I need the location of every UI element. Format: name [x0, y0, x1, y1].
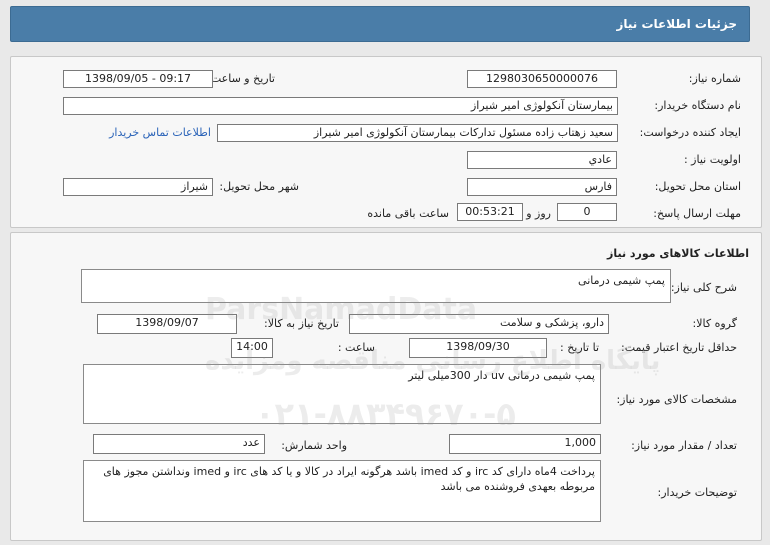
- buyer-label: نام دستگاه خریدار:: [654, 99, 741, 112]
- buyer-contact-link[interactable]: اطلاعات تماس خریدار: [109, 126, 211, 139]
- need-number-field[interactable]: 1298030650000076: [467, 70, 617, 88]
- unit-label: واحد شمارش:: [281, 439, 347, 452]
- goods-info-panel: اطلاعات کالاهای مورد نیاز شرح کلی نیاز: …: [10, 232, 762, 541]
- notes-field[interactable]: پرداخت 4ماه دارای کد irc و کد imed باشد …: [83, 460, 601, 522]
- desc-field[interactable]: پمپ شیمی درمانی: [81, 269, 671, 303]
- validity-hour-field[interactable]: 14:00: [231, 338, 273, 358]
- days-word: روز و: [526, 207, 551, 220]
- unit-field[interactable]: عدد: [93, 434, 265, 454]
- city-label: شهر محل تحویل:: [219, 180, 299, 193]
- buyer-field[interactable]: بیمارستان آنکولوژی امیر شیراز: [63, 97, 618, 115]
- spec-field[interactable]: پمپ شیمی درمانی uv دار 300میلی لیتر: [83, 364, 601, 424]
- until-date-label: تا تاریخ :: [560, 341, 599, 354]
- qty-label: تعداد / مقدار مورد نیاز:: [631, 439, 737, 452]
- group-label: گروه کالا:: [692, 317, 737, 330]
- notes-label: توضیحات خریدار:: [657, 486, 738, 499]
- need-date-label: تاریخ نیاز به کالا:: [264, 317, 339, 330]
- creator-label: ایجاد کننده درخواست:: [639, 126, 741, 139]
- time-left-suffix: ساعت باقی مانده: [367, 207, 449, 220]
- desc-label: شرح کلی نیاز:: [670, 281, 737, 294]
- creator-field[interactable]: سعید زهتاب زاده مسئول تداركات بيمارستان …: [217, 124, 618, 142]
- announce-datetime-field[interactable]: 1398/09/05 - 09:17: [63, 70, 213, 88]
- validity-label: حداقل تاریخ اعتبار قیمت:: [621, 341, 737, 354]
- validity-date-field[interactable]: 1398/09/30: [409, 338, 547, 358]
- days-field[interactable]: 0: [557, 203, 617, 221]
- group-field[interactable]: دارو، پزشکی و سلامت: [349, 314, 609, 334]
- page-title: جزئیات اطلاعات نیاز: [10, 6, 750, 42]
- hour-label: ساعت :: [337, 341, 375, 354]
- province-field[interactable]: فارس: [467, 178, 617, 196]
- city-field[interactable]: شیراز: [63, 178, 213, 196]
- need-info-panel: شماره نیاز: 1298030650000076 تاریخ و ساع…: [10, 56, 762, 228]
- time-left-field[interactable]: 00:53:21: [457, 203, 523, 221]
- goods-section-title: اطلاعات کالاهای مورد نیاز: [607, 247, 749, 260]
- province-label: استان محل تحویل:: [654, 180, 741, 193]
- priority-field[interactable]: عادي: [467, 151, 617, 169]
- need-number-label: شماره نیاز:: [688, 72, 741, 85]
- spec-label: مشخصات کالای مورد نیاز:: [616, 393, 737, 406]
- priority-label: اولویت نیاز :: [683, 153, 741, 166]
- qty-field[interactable]: 1,000: [449, 434, 601, 454]
- need-date-field[interactable]: 1398/09/07: [97, 314, 237, 334]
- deadline-label: مهلت ارسال پاسخ:: [653, 207, 741, 220]
